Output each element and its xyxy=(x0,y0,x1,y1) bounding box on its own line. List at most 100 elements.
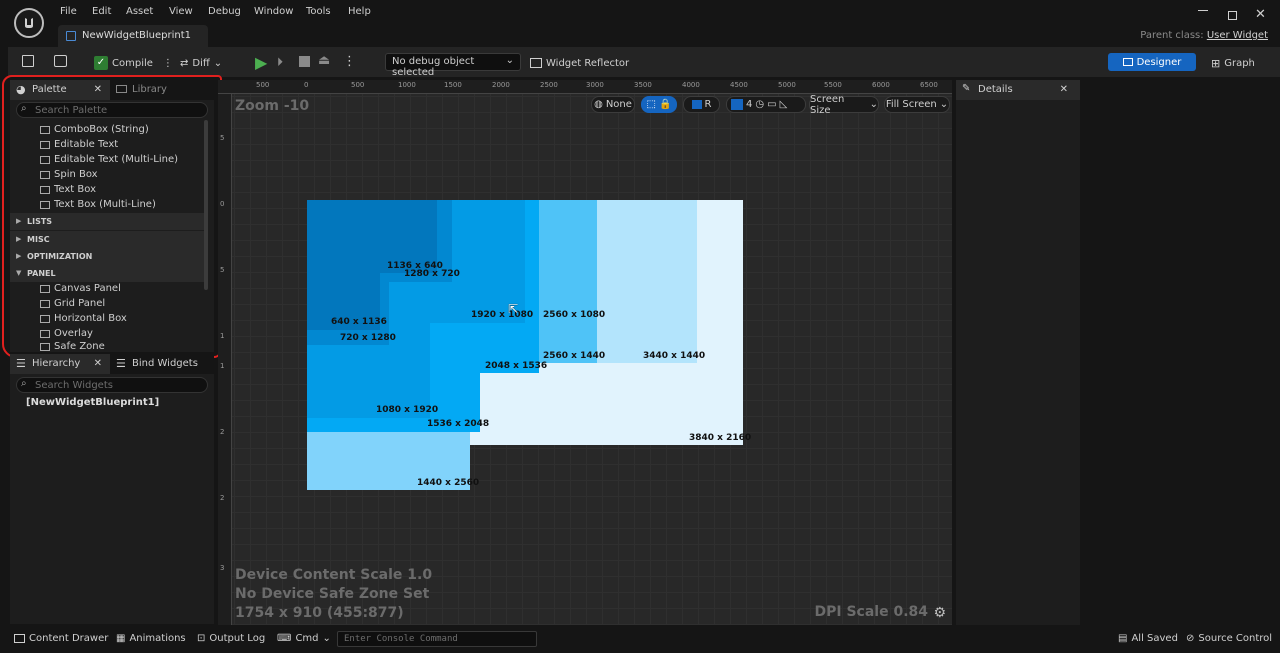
palette-item[interactable]: Canvas Panel xyxy=(40,281,121,296)
animations-icon: ▦ xyxy=(116,633,126,644)
designer-button[interactable]: Designer xyxy=(1108,53,1196,71)
palette-tabs: ◕ Palette ✕ Library xyxy=(10,80,214,100)
minimize-icon[interactable] xyxy=(1198,10,1208,11)
menu-asset[interactable]: Asset xyxy=(126,6,153,17)
palette-category-misc[interactable]: ▶ MISC xyxy=(10,231,206,248)
graph-button[interactable]: ⊞ Graph xyxy=(1211,54,1255,72)
palette-item[interactable]: Grid Panel xyxy=(40,296,105,311)
menu-edit[interactable]: Edit xyxy=(92,6,111,17)
resolution-label: 1440 x 2560 xyxy=(417,478,480,488)
palette-search[interactable]: ⌕ xyxy=(16,102,208,118)
resolution-label: 640 x 1136 xyxy=(331,317,387,327)
tab-details[interactable]: ✎ Details ✕ xyxy=(956,80,1080,100)
chevron-down-icon: ⌄ xyxy=(213,57,223,69)
close-tab-icon[interactable]: ✕ xyxy=(94,358,102,369)
content-drawer-button[interactable]: Content Drawer xyxy=(14,633,108,644)
tab-palette[interactable]: ◕ Palette ✕ xyxy=(10,80,110,100)
compile-button[interactable]: ✓ Compile ⋮ xyxy=(94,54,173,72)
cmd-label: Cmd xyxy=(295,633,319,644)
save-status-icon: ▤ xyxy=(1118,633,1128,644)
spin-box-icon xyxy=(40,170,50,179)
resolution-label: 720 x 1280 xyxy=(340,333,396,343)
menu-tools[interactable]: Tools xyxy=(306,6,331,17)
palette-item[interactable]: Editable Text (Multi-Line) xyxy=(40,152,178,167)
designer-label: Designer xyxy=(1136,56,1182,68)
hierarchy-root-item[interactable]: [NewWidgetBlueprint1] xyxy=(26,397,159,408)
step-icon[interactable]: ⏵ xyxy=(277,55,283,70)
combobox-icon xyxy=(40,125,50,134)
widget-reflector-button[interactable]: Widget Reflector xyxy=(530,54,629,72)
document-tab[interactable]: NewWidgetBlueprint1 xyxy=(58,25,208,47)
palette-item[interactable]: Spin Box xyxy=(40,167,98,182)
debug-object-select[interactable]: No debug object selected ⌄ xyxy=(385,53,521,78)
palette-item-label: Text Box (Multi-Line) xyxy=(54,199,156,210)
save-icon[interactable] xyxy=(22,55,34,67)
menu-file[interactable]: File xyxy=(60,6,77,17)
parent-class-link[interactable]: User Widget xyxy=(1207,30,1268,41)
palette-item[interactable]: Text Box xyxy=(40,182,96,197)
content-drawer-icon xyxy=(14,634,25,643)
maximize-icon[interactable] xyxy=(1228,11,1237,20)
resolution-label: 2560 x 1080 xyxy=(543,310,606,320)
palette-scrollbar[interactable] xyxy=(204,120,208,290)
play-icon[interactable]: ▶ xyxy=(255,53,267,72)
hierarchy-search-input[interactable] xyxy=(35,379,203,391)
close-tab-icon[interactable]: ✕ xyxy=(94,84,102,95)
eject-icon[interactable]: ⏏ xyxy=(318,53,330,68)
resolution-label: 1080 x 1920 xyxy=(376,405,439,415)
palette-icon: ◕ xyxy=(16,83,26,96)
hierarchy-search[interactable]: ⌕ xyxy=(16,377,208,393)
tab-bind-widgets[interactable]: ☰ Bind Widgets xyxy=(110,354,214,374)
all-saved-status[interactable]: ▤ All Saved xyxy=(1118,633,1178,644)
palette-item[interactable]: ComboBox (String) xyxy=(40,122,149,137)
text-box-multiline-icon xyxy=(40,200,50,209)
search-icon: ⌕ xyxy=(21,103,27,114)
menu-window[interactable]: Window xyxy=(254,6,293,17)
device-content-scale: Device Content Scale 1.0 xyxy=(235,567,433,583)
close-window-icon[interactable]: ✕ xyxy=(1255,7,1266,22)
safe-zone-icon xyxy=(40,342,50,351)
palette-item[interactable]: Horizontal Box xyxy=(40,311,127,326)
cmd-select[interactable]: ⌨ Cmd ⌄ xyxy=(277,633,331,644)
diff-button[interactable]: ⇄ Diff ⌄ xyxy=(180,54,222,72)
resolution-label: 1920 x 1080 xyxy=(471,310,534,320)
palette-item[interactable]: Editable Text xyxy=(40,137,118,152)
close-tab-icon[interactable]: ✕ xyxy=(1060,84,1068,95)
tab-palette-label: Palette xyxy=(32,84,67,95)
menu-debug[interactable]: Debug xyxy=(208,6,241,17)
search-icon: ⌕ xyxy=(21,378,27,389)
palette-item[interactable]: Safe Zone xyxy=(40,341,105,352)
stop-icon[interactable] xyxy=(299,56,310,67)
tab-hierarchy[interactable]: ☰ Hierarchy ✕ xyxy=(10,354,110,374)
source-control-button[interactable]: ⊘ Source Control xyxy=(1186,633,1272,644)
menu-view[interactable]: View xyxy=(169,6,193,17)
play-options-icon[interactable]: ⋮ xyxy=(343,54,356,69)
tab-details-label: Details xyxy=(978,84,1013,95)
tab-library[interactable]: Library xyxy=(110,80,210,100)
menu-help[interactable]: Help xyxy=(348,6,371,17)
palette-item[interactable]: Overlay xyxy=(40,326,93,341)
console-command-input[interactable] xyxy=(338,632,536,646)
palette-search-input[interactable] xyxy=(35,104,203,116)
palette-item-label: ComboBox (String) xyxy=(54,124,149,135)
palette-item-label: Editable Text xyxy=(54,139,119,150)
category-label: LISTS xyxy=(27,217,53,226)
output-log-button[interactable]: ⊡ Output Log xyxy=(197,633,265,644)
designer-viewport[interactable]: 500 0 500 1000 1500 2000 2500 3000 3500 4000 4500 5… xyxy=(218,80,952,625)
palette-category-lists[interactable]: ▶ LISTS xyxy=(10,213,206,230)
console-command-field[interactable] xyxy=(337,631,537,647)
animations-button[interactable]: ▦ Animations xyxy=(116,633,186,644)
chevron-right-icon: ▶ xyxy=(16,235,22,243)
browse-asset-icon[interactable] xyxy=(54,55,67,67)
resolution-label: 1136 x 640 xyxy=(387,261,443,271)
palette-category-panel[interactable]: ▼ PANEL xyxy=(10,265,206,282)
resolution-label: 3840 x 2160 xyxy=(689,433,752,443)
resolution-label: 3440 x 1440 xyxy=(643,351,706,361)
safe-zone-status: No Device Safe Zone Set xyxy=(235,586,430,602)
document-tab-label: NewWidgetBlueprint1 xyxy=(82,30,192,41)
compile-options-icon[interactable]: ⋮ xyxy=(163,58,173,69)
unreal-logo[interactable] xyxy=(14,8,44,38)
gear-icon[interactable]: ⚙ xyxy=(933,605,946,621)
palette-item[interactable]: Text Box (Multi-Line) xyxy=(40,197,156,212)
palette-category-optimization[interactable]: ▶ OPTIMIZATION xyxy=(10,248,206,265)
